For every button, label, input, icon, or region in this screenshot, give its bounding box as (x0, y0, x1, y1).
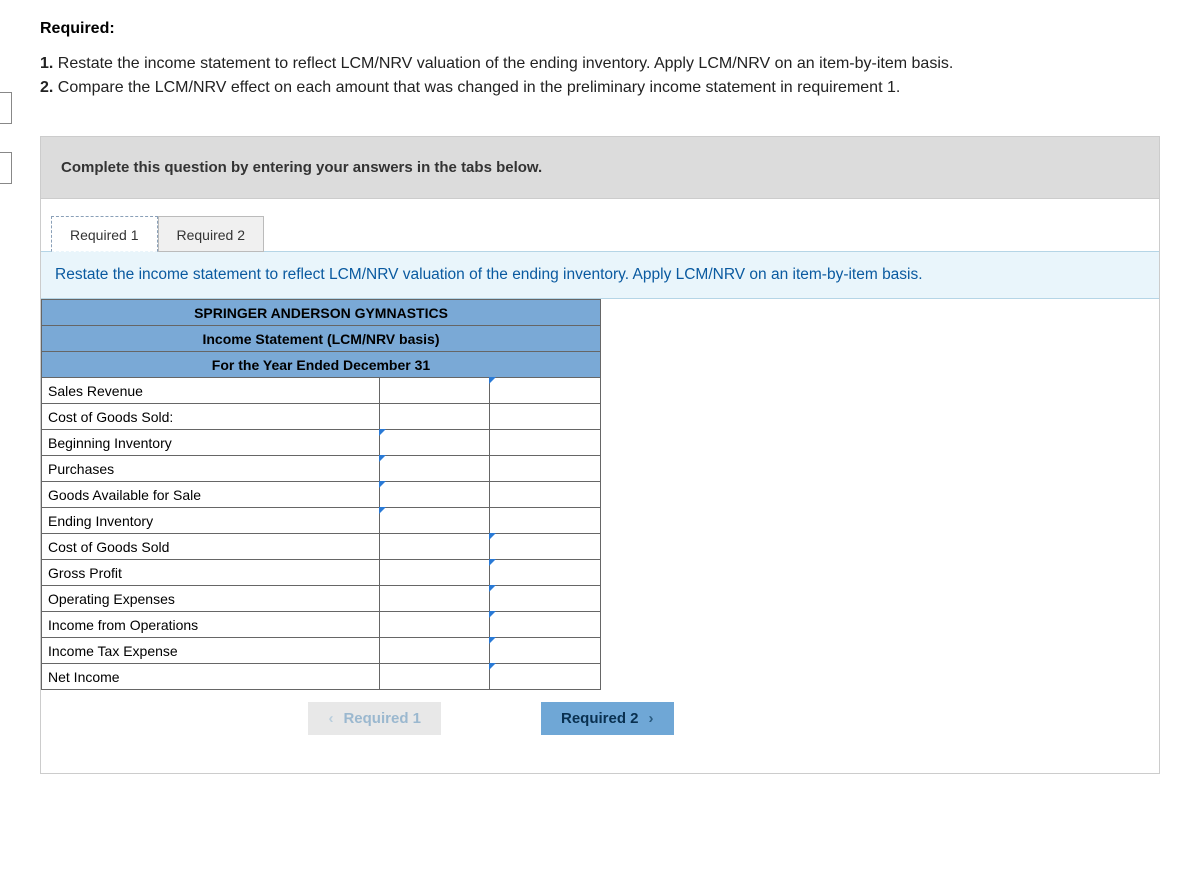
statement-table-wrap: SPRINGER ANDERSON GYMNASTICS Income Stat… (41, 299, 1159, 773)
table-row: Purchases (42, 456, 601, 482)
q1-number: 1. (40, 55, 53, 72)
row-label: Ending Inventory (42, 508, 380, 534)
tab-required-2[interactable]: Required 2 (158, 216, 265, 252)
required-heading: Required: (40, 20, 1160, 38)
tab-prompt: Restate the income statement to reflect … (41, 251, 1159, 299)
input-cell[interactable] (490, 534, 601, 560)
instruction-bar: Complete this question by entering your … (41, 137, 1159, 199)
income-statement-table: SPRINGER ANDERSON GYMNASTICS Income Stat… (41, 299, 601, 690)
input-cell[interactable] (379, 482, 490, 508)
q2-text: Compare the LCM/NRV effect on each amoun… (53, 79, 900, 96)
gutter-marker (0, 92, 12, 124)
input-cell[interactable] (379, 508, 490, 534)
next-button[interactable]: Required 2 › (541, 702, 674, 735)
row-label: Gross Profit (42, 560, 380, 586)
input-cell[interactable] (379, 404, 490, 430)
input-cell[interactable] (379, 378, 490, 404)
table-row: Income from Operations (42, 612, 601, 638)
tab-required-1[interactable]: Required 1 (51, 216, 158, 252)
nav-row: ‹ Required 1 Required 2 › (211, 690, 771, 753)
table-row: Sales Revenue (42, 378, 601, 404)
page-content: Required: 1. Restate the income statemen… (0, 0, 1200, 794)
input-cell[interactable] (379, 638, 490, 664)
gutter-marker (0, 152, 12, 184)
tabs-row: Required 1 Required 2 (41, 199, 1159, 251)
row-label: Beginning Inventory (42, 430, 380, 456)
row-label: Net Income (42, 664, 380, 690)
stmt-title-company: SPRINGER ANDERSON GYMNASTICS (42, 300, 601, 326)
input-cell[interactable] (379, 586, 490, 612)
prev-label: Required 1 (343, 710, 421, 727)
input-cell[interactable] (490, 560, 601, 586)
input-cell[interactable] (490, 404, 601, 430)
row-label: Cost of Goods Sold: (42, 404, 380, 430)
row-label: Purchases (42, 456, 380, 482)
table-row: Ending Inventory (42, 508, 601, 534)
row-label: Goods Available for Sale (42, 482, 380, 508)
next-label: Required 2 (561, 710, 639, 727)
input-cell[interactable] (379, 560, 490, 586)
table-row: Net Income (42, 664, 601, 690)
chevron-right-icon: › (649, 710, 654, 727)
stmt-title-period: For the Year Ended December 31 (42, 352, 601, 378)
input-cell[interactable] (490, 612, 601, 638)
input-cell[interactable] (490, 430, 601, 456)
prev-button[interactable]: ‹ Required 1 (308, 702, 441, 735)
input-cell[interactable] (379, 534, 490, 560)
row-label: Income Tax Expense (42, 638, 380, 664)
left-gutter-markers (0, 92, 12, 212)
table-row: Income Tax Expense (42, 638, 601, 664)
question-1: 1. Restate the income statement to refle… (40, 52, 1160, 76)
stmt-title-name: Income Statement (LCM/NRV basis) (42, 326, 601, 352)
question-2: 2. Compare the LCM/NRV effect on each am… (40, 76, 1160, 100)
row-label: Cost of Goods Sold (42, 534, 380, 560)
row-label: Income from Operations (42, 612, 380, 638)
q1-text: Restate the income statement to reflect … (53, 55, 953, 72)
input-cell[interactable] (490, 456, 601, 482)
input-cell[interactable] (379, 664, 490, 690)
input-cell[interactable] (490, 482, 601, 508)
table-row: Goods Available for Sale (42, 482, 601, 508)
table-row: Cost of Goods Sold: (42, 404, 601, 430)
table-row: Gross Profit (42, 560, 601, 586)
row-label: Sales Revenue (42, 378, 380, 404)
table-row: Beginning Inventory (42, 430, 601, 456)
input-cell[interactable] (490, 664, 601, 690)
input-cell[interactable] (490, 586, 601, 612)
row-label: Operating Expenses (42, 586, 380, 612)
table-row: Cost of Goods Sold (42, 534, 601, 560)
answer-panel: Complete this question by entering your … (40, 136, 1160, 774)
input-cell[interactable] (490, 508, 601, 534)
input-cell[interactable] (490, 378, 601, 404)
chevron-left-icon: ‹ (328, 710, 333, 727)
table-row: Operating Expenses (42, 586, 601, 612)
input-cell[interactable] (490, 638, 601, 664)
input-cell[interactable] (379, 612, 490, 638)
q2-number: 2. (40, 79, 53, 96)
question-list: 1. Restate the income statement to refle… (40, 52, 1160, 100)
input-cell[interactable] (379, 456, 490, 482)
input-cell[interactable] (379, 430, 490, 456)
